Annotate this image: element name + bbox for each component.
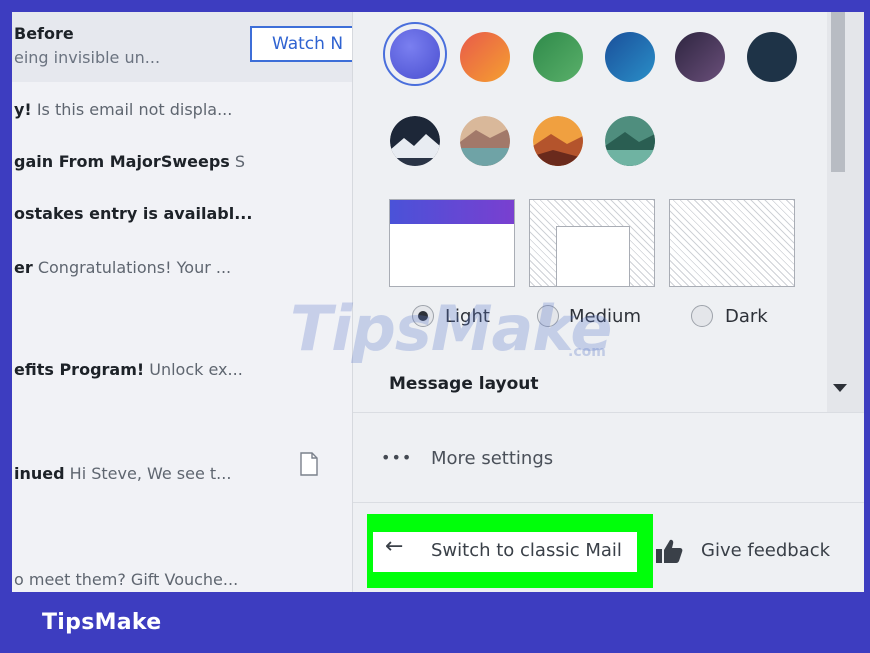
theme-swatch-orange[interactable] bbox=[460, 32, 510, 82]
theme-dark-preview[interactable] bbox=[669, 199, 795, 287]
theme-swatch-blue[interactable] bbox=[390, 29, 440, 79]
list-item[interactable]: gain From MajorSweeps S bbox=[12, 136, 352, 188]
scene-sunset-hills-icon[interactable] bbox=[533, 116, 583, 166]
attachment-icon bbox=[300, 452, 318, 476]
give-feedback-button[interactable]: Give feedback bbox=[701, 540, 830, 561]
more-settings-label: More settings bbox=[431, 448, 554, 469]
message-summary: y! Is this email not displa... bbox=[14, 100, 233, 119]
message-summary: efits Program! Unlock ex... bbox=[14, 360, 243, 379]
divider bbox=[353, 502, 865, 503]
scroll-down-arrow-icon[interactable] bbox=[833, 384, 847, 392]
radio-dark-label: Dark bbox=[725, 306, 768, 327]
thumbs-up-icon[interactable] bbox=[655, 538, 683, 564]
message-summary: er Congratulations! Your ... bbox=[14, 258, 232, 277]
message-layout-heading: Message layout bbox=[389, 374, 539, 394]
frame-border-top bbox=[0, 0, 870, 12]
preview-hatch bbox=[670, 200, 794, 286]
message-summary: ostakes entry is availabl... bbox=[14, 204, 253, 223]
preview-inner-pane bbox=[556, 226, 630, 286]
message-sender: Before bbox=[14, 24, 74, 43]
message-summary: inued Hi Steve, We see t... bbox=[14, 464, 232, 483]
radio-dark[interactable] bbox=[691, 305, 713, 327]
list-item[interactable]: ostakes entry is availabl... bbox=[12, 188, 352, 240]
scene-desert-lake-icon[interactable] bbox=[460, 116, 510, 166]
brand-logo-text: TipsMake bbox=[42, 610, 162, 635]
preview-header-bar bbox=[390, 200, 514, 224]
divider bbox=[353, 412, 865, 413]
message-summary: o meet them? Gift Vouche... bbox=[14, 570, 239, 589]
theme-swatch-navy[interactable] bbox=[747, 32, 797, 82]
scrollbar-thumb[interactable] bbox=[831, 12, 845, 172]
watermark: TipsMake bbox=[290, 292, 612, 365]
theme-light-preview[interactable] bbox=[389, 199, 515, 287]
list-item[interactable]: Before eing invisible un... Watch N bbox=[12, 12, 352, 82]
theme-swatch-plum[interactable] bbox=[675, 32, 725, 82]
watch-button[interactable]: Watch N bbox=[250, 26, 352, 62]
frame-border-right bbox=[864, 0, 870, 653]
message-preview: eing invisible un... bbox=[14, 48, 161, 67]
list-item[interactable]: o meet them? Gift Vouche... bbox=[12, 554, 352, 592]
list-item[interactable]: er Congratulations! Your ... bbox=[12, 242, 352, 294]
theme-swatch-teal-blue[interactable] bbox=[605, 32, 655, 82]
theme-swatch-green[interactable] bbox=[533, 32, 583, 82]
more-dots-icon: ••• bbox=[381, 448, 413, 467]
switch-to-classic-label[interactable]: Switch to classic Mail bbox=[431, 540, 622, 561]
scene-night-mountain-icon[interactable] bbox=[390, 116, 440, 166]
arrow-left-icon: ← bbox=[385, 534, 404, 559]
scene-green-lake-icon[interactable] bbox=[605, 116, 655, 166]
frame-border-left bbox=[0, 0, 12, 653]
message-summary: gain From MajorSweeps S bbox=[14, 152, 246, 171]
screenshot-frame: Before eing invisible un... Watch N y! I… bbox=[0, 0, 870, 653]
watermark-suffix: .com bbox=[568, 344, 606, 360]
list-item[interactable]: y! Is this email not displa... bbox=[12, 84, 352, 136]
theme-medium-preview[interactable] bbox=[529, 199, 655, 287]
